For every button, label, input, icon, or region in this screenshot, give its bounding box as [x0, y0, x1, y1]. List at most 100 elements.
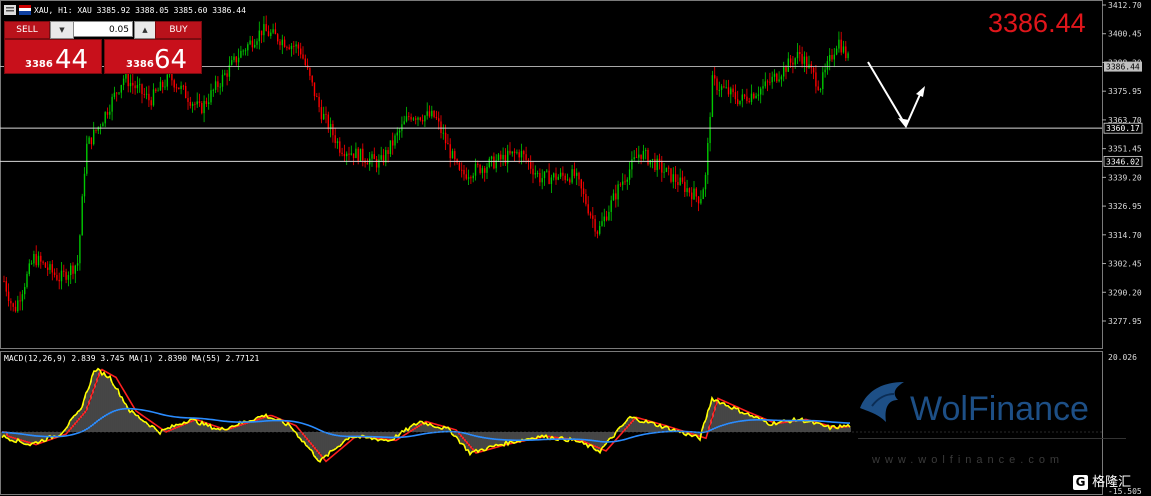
- sell-quote[interactable]: 3386 44: [4, 39, 102, 75]
- candle-body: [17, 300, 19, 312]
- candle-body: [645, 149, 647, 151]
- candle-body: [635, 157, 638, 159]
- candle-body: [53, 272, 56, 275]
- price-tick-label: 3277.95: [1108, 317, 1142, 326]
- candle-body: [35, 253, 37, 266]
- candle-body: [134, 85, 136, 89]
- forecast-arrow: [867, 61, 923, 129]
- candle-body: [746, 96, 748, 102]
- candle-body: [109, 111, 111, 115]
- lot-increment[interactable]: ▲: [134, 21, 156, 39]
- candle-body: [157, 90, 159, 92]
- candle-body: [7, 291, 10, 301]
- candle-body: [467, 177, 470, 179]
- candle-body: [366, 163, 369, 165]
- candle-body: [394, 135, 396, 146]
- sell-button[interactable]: SELL: [4, 21, 50, 39]
- candle-body: [267, 31, 270, 36]
- candle-body: [44, 262, 47, 268]
- candle-body: [465, 174, 467, 179]
- candle-body: [656, 158, 658, 171]
- candle-body: [677, 181, 679, 186]
- candle-body: [679, 177, 681, 186]
- candle-body: [19, 300, 21, 302]
- candle-body: [642, 150, 645, 159]
- candle-body: [594, 218, 596, 232]
- candle-body: [343, 153, 346, 157]
- candle-body: [173, 80, 175, 88]
- level-label: 3360.17: [1106, 124, 1140, 133]
- one-click-trading-panel: SELL ▼ 0.05 ▲ BUY 3386 44 3386 64: [4, 20, 202, 75]
- candle-body: [578, 172, 580, 180]
- candle-body: [723, 86, 725, 88]
- candle-body: [612, 193, 615, 201]
- candle-body: [451, 151, 454, 159]
- candle-body: [474, 163, 477, 176]
- candle-body: [500, 154, 502, 160]
- candle-body: [290, 45, 293, 49]
- buy-button[interactable]: BUY: [155, 21, 202, 39]
- candle-body: [240, 50, 242, 58]
- candle-body: [76, 263, 79, 266]
- candle-body: [628, 169, 631, 180]
- candle-body: [21, 294, 24, 302]
- buy-quote[interactable]: 3386 64: [104, 39, 202, 75]
- candle-body: [757, 94, 760, 96]
- candle-body: [79, 235, 81, 264]
- candle-body: [254, 44, 256, 48]
- candle-body: [97, 126, 99, 131]
- candle-body: [40, 255, 42, 262]
- candle-body: [415, 118, 417, 120]
- candle-body: [311, 75, 313, 83]
- candle-body: [297, 44, 300, 49]
- candle-body: [700, 199, 702, 204]
- chart-header: XAU, H1: XAU 3385.92 3388.05 3385.60 338…: [4, 3, 246, 17]
- candle-body: [362, 148, 364, 161]
- candle-body: [389, 140, 392, 154]
- candle-body: [569, 179, 571, 183]
- candle-body: [93, 129, 95, 145]
- arrow-head-icon: [898, 118, 909, 128]
- chart-menu-icon[interactable]: [4, 5, 16, 15]
- lot-size-input[interactable]: 0.05: [73, 21, 133, 37]
- candle-body: [247, 44, 249, 51]
- candle-body: [196, 101, 198, 105]
- candle-body: [318, 96, 320, 108]
- candle-body: [764, 81, 766, 87]
- candle-body: [484, 168, 486, 173]
- candle-body: [323, 113, 325, 120]
- candle-body: [463, 169, 465, 175]
- candle-body: [833, 54, 835, 60]
- candle-body: [743, 94, 746, 97]
- lot-dropdown[interactable]: ▼: [50, 21, 74, 39]
- price-tick-label: 3314.70: [1108, 231, 1142, 240]
- macd-main-line: [1, 367, 851, 463]
- candle-body: [771, 76, 773, 83]
- candle-body: [398, 130, 401, 133]
- candle-body: [819, 89, 822, 90]
- candle-body: [587, 204, 589, 214]
- candle-body: [88, 137, 90, 144]
- candle-body: [525, 154, 527, 160]
- candle-body: [357, 148, 359, 162]
- candle-body: [129, 82, 132, 87]
- candle-body: [530, 161, 532, 169]
- price-tick-label: 3339.20: [1108, 173, 1142, 182]
- price-tick-label: 3363.70: [1108, 116, 1142, 125]
- candle-body: [684, 181, 686, 193]
- candle-body: [145, 93, 148, 95]
- candle-body: [442, 132, 444, 134]
- candle-body: [106, 111, 109, 115]
- candle-body: [651, 159, 654, 160]
- chart-flag-icon[interactable]: [19, 5, 31, 15]
- candle-body: [815, 72, 817, 87]
- candle-body: [557, 176, 559, 180]
- candle-body: [380, 155, 382, 160]
- candle-body: [716, 78, 718, 91]
- price-tick-label: 3351.45: [1108, 145, 1142, 154]
- current-price-label: 3386.44: [1106, 63, 1140, 72]
- candle-body: [603, 216, 605, 222]
- sell-price-prefix: 3386: [25, 59, 53, 70]
- candle-body: [159, 81, 162, 91]
- chevron-up-icon: ▲: [142, 26, 148, 34]
